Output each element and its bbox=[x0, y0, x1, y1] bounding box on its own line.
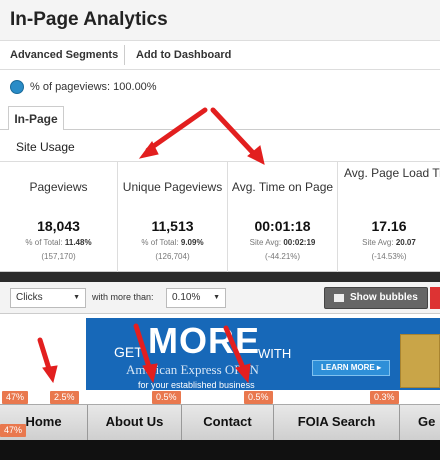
nav-item-about-us[interactable]: About Us bbox=[88, 405, 182, 440]
with-more-than-label: with more than: bbox=[92, 292, 154, 302]
metrics-panel: Pageviews 18,043 % of Total: 11.48% (157… bbox=[0, 162, 440, 272]
color-toggle-button[interactable] bbox=[430, 287, 440, 309]
click-badge[interactable]: 0.3% bbox=[370, 391, 399, 404]
metric-select[interactable]: Clicks ▼ bbox=[10, 288, 86, 308]
pie-chart-icon bbox=[10, 80, 24, 94]
click-badge[interactable]: 0.5% bbox=[152, 391, 181, 404]
metric-detail: (-14.53%) bbox=[371, 252, 407, 261]
banner-business-text: for your established business bbox=[138, 380, 255, 390]
tab-bar: In-Page bbox=[0, 104, 440, 130]
toolbar: Advanced Segments Add to Dashboard bbox=[0, 40, 440, 70]
nav-item-contact[interactable]: Contact bbox=[182, 405, 274, 440]
banner-more-text: MORE bbox=[148, 320, 260, 361]
divider-bar bbox=[0, 272, 440, 282]
metric-sub: Site Avg: 00:02:19 bbox=[249, 238, 316, 247]
site-usage-header: Site Usage bbox=[0, 132, 440, 162]
dropdown-caret-icon: ▼ bbox=[73, 294, 80, 301]
metric-unique-pageviews: Unique Pageviews 11,513 % of Total: 9.09… bbox=[118, 162, 228, 272]
click-badge[interactable]: 2.5% bbox=[50, 391, 79, 404]
nav-item-get[interactable]: Ge bbox=[400, 405, 440, 440]
metric-detail: (157,170) bbox=[41, 252, 76, 261]
metric-sub: Site Avg: 20.07 bbox=[362, 238, 416, 247]
bottom-bar bbox=[0, 440, 440, 460]
metric-label: Pageviews bbox=[29, 180, 88, 194]
segment-label: % of pageviews: 100.00% bbox=[30, 81, 157, 93]
tab-in-page[interactable]: In-Page bbox=[8, 106, 64, 130]
advanced-segments-button[interactable]: Advanced Segments bbox=[10, 49, 118, 61]
filter-row: Clicks ▼ with more than: 0.10% ▼ Show bubb… bbox=[0, 282, 440, 314]
metric-label: Avg. Time on Page bbox=[231, 180, 334, 194]
click-badge[interactable]: 0.5% bbox=[244, 391, 273, 404]
metric-value: 17.16 bbox=[371, 218, 407, 234]
nav-item-foia-search[interactable]: FOIA Search bbox=[274, 405, 400, 440]
metric-sub: % of Total: 11.48% bbox=[25, 238, 92, 247]
banner-with-text: WITH bbox=[258, 346, 292, 361]
credit-card-image bbox=[400, 334, 440, 388]
metric-detail: (-44.21%) bbox=[264, 252, 301, 261]
show-bubbles-button[interactable]: Show bubbles bbox=[324, 287, 428, 309]
ad-banner[interactable]: GET MORE WITH American Express OPEN for … bbox=[86, 318, 440, 390]
metric-pageviews: Pageviews 18,043 % of Total: 11.48% (157… bbox=[0, 162, 118, 272]
title-bar: In-Page Analytics bbox=[0, 0, 440, 40]
banner-get-text: GET bbox=[114, 344, 143, 360]
segment-row: % of pageviews: 100.00% bbox=[0, 76, 440, 100]
site-nav: Home About Us Contact FOIA Search Ge bbox=[0, 404, 440, 440]
metric-label: Avg. Page Load Ti (sec) bbox=[344, 166, 440, 180]
site-usage-title[interactable]: Site Usage bbox=[16, 140, 75, 154]
banner-amex-text: American Express OPEN bbox=[126, 362, 259, 377]
metric-avg-load-time: Avg. Page Load Ti (sec) 17.16 Site Avg: … bbox=[338, 162, 440, 272]
speech-bubble-icon bbox=[334, 294, 344, 302]
metric-value: 11,513 bbox=[151, 218, 194, 234]
metric-detail: (126,704) bbox=[155, 252, 190, 261]
click-badge[interactable]: 47% bbox=[2, 391, 29, 404]
toolbar-divider bbox=[124, 45, 125, 65]
add-to-dashboard-button[interactable]: Add to Dashboard bbox=[136, 49, 231, 61]
metric-sub: % of Total: 9.09% bbox=[141, 238, 204, 247]
metric-label: Unique Pageviews bbox=[122, 180, 223, 194]
threshold-select[interactable]: 0.10% ▼ bbox=[166, 288, 226, 308]
metric-avg-time: Avg. Time on Page 00:01:18 Site Avg: 00:… bbox=[228, 162, 338, 272]
dropdown-caret-icon: ▼ bbox=[213, 294, 220, 301]
click-badge[interactable]: 47% bbox=[0, 424, 27, 437]
page-title: In-Page Analytics bbox=[10, 9, 168, 30]
learn-more-button[interactable]: LEARN MORE ▸ bbox=[312, 360, 390, 376]
metric-value: 00:01:18 bbox=[254, 218, 311, 234]
metric-value: 18,043 bbox=[37, 218, 80, 234]
